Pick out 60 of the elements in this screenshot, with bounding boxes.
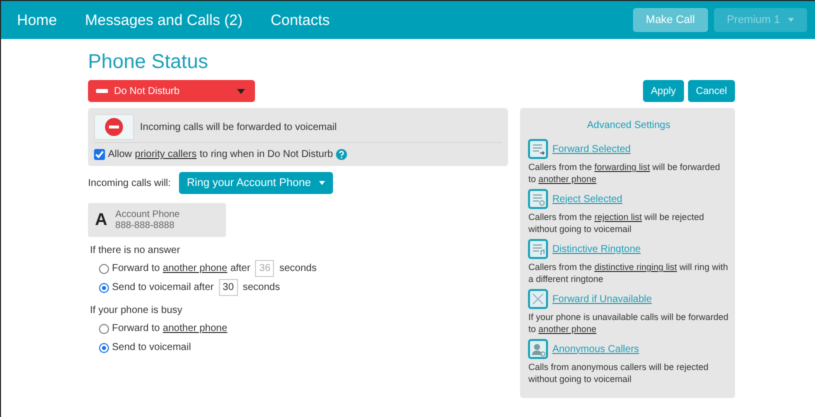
- caret-icon: [318, 181, 325, 186]
- status-dropdown[interactable]: Do Not Disturb: [88, 80, 255, 102]
- caret-icon: [237, 88, 245, 94]
- radio-button[interactable]: [99, 342, 109, 352]
- checkbox-label: to ring when in Do Not Disturb: [200, 149, 333, 160]
- setting-description: Callers from the rejection list will be rejected without going to voicemail: [528, 211, 705, 235]
- list-icon[interactable]: [528, 239, 548, 259]
- another-phone-link[interactable]: another phone: [162, 323, 228, 334]
- list-link[interactable]: forwarding list: [594, 162, 650, 172]
- option-label: Send to voicemail after: [112, 282, 214, 293]
- setting-link[interactable]: Reject Selected: [552, 194, 622, 204]
- action-button[interactable]: Cancel: [688, 80, 735, 102]
- list-icon[interactable]: [528, 289, 548, 309]
- minus-icon: [96, 89, 108, 93]
- setting-description: If your phone is unavailable calls will be forwarded to another phone: [528, 311, 729, 335]
- list-link[interactable]: another phone: [538, 174, 596, 184]
- ring-dropdown[interactable]: Ring your Account Phone: [178, 172, 333, 194]
- incoming-label: Incoming calls will:: [88, 178, 171, 188]
- setting-description: Callers from the forwarding list will be forwarded to another phone: [528, 161, 721, 185]
- setting-description: Calls from anonymous callers will be rejected without going to voicemail: [528, 361, 710, 385]
- seconds-label: seconds: [242, 282, 280, 293]
- list-link[interactable]: distinctive ringing list: [594, 262, 677, 272]
- setting-description: Callers from the distinctive ringing list will ring with a different ringtone: [528, 261, 729, 285]
- group-title: If your phone is busy: [90, 305, 184, 316]
- radio-button[interactable]: [99, 264, 109, 274]
- checkbox-label: Allow: [108, 149, 132, 160]
- status-message: Incoming calls will be forwarded to voicemail: [140, 122, 337, 132]
- another-phone-link[interactable]: another phone: [162, 263, 228, 274]
- person-icon[interactable]: [528, 339, 548, 359]
- seconds-label: seconds: [279, 263, 317, 274]
- phone-number: 888-888-8888: [115, 220, 176, 231]
- group-title: If there is no answer: [90, 245, 182, 256]
- nav-link[interactable]: Contacts: [270, 12, 330, 28]
- priority-callers-link[interactable]: priority callers: [134, 149, 197, 160]
- panel-title: Advanced Settings: [586, 120, 672, 131]
- setting-link[interactable]: Forward if Unavailable: [552, 294, 652, 304]
- setting-link[interactable]: Anonymous Callers: [552, 344, 640, 354]
- list-link[interactable]: rejection list: [594, 212, 642, 222]
- nav-link[interactable]: Home: [17, 12, 58, 28]
- no-entry-icon: [105, 118, 123, 136]
- nav-link[interactable]: Messages and Calls (2): [85, 12, 243, 28]
- help-icon[interactable]: [336, 149, 347, 160]
- phone-letter: A: [95, 210, 108, 230]
- nav-button[interactable]: Make Call: [632, 8, 708, 32]
- radio-button[interactable]: [99, 282, 109, 292]
- checkbox[interactable]: [94, 149, 105, 160]
- option-label: Forward to: [112, 263, 160, 274]
- action-button[interactable]: Apply: [642, 80, 684, 102]
- list-link[interactable]: another phone: [538, 324, 596, 334]
- option-label: Send to voicemail: [112, 342, 191, 353]
- page-title: Phone Status: [88, 51, 210, 74]
- setting-link[interactable]: Distinctive Ringtone: [552, 244, 641, 254]
- setting-link[interactable]: Forward Selected: [552, 144, 631, 154]
- phone-name: Account Phone: [115, 209, 180, 220]
- list-icon[interactable]: [528, 189, 548, 209]
- seconds-field[interactable]: 30: [218, 279, 238, 296]
- radio-button[interactable]: [99, 324, 109, 334]
- option-label: after: [230, 263, 250, 274]
- list-icon[interactable]: [528, 139, 548, 159]
- option-label: Forward to: [112, 323, 160, 334]
